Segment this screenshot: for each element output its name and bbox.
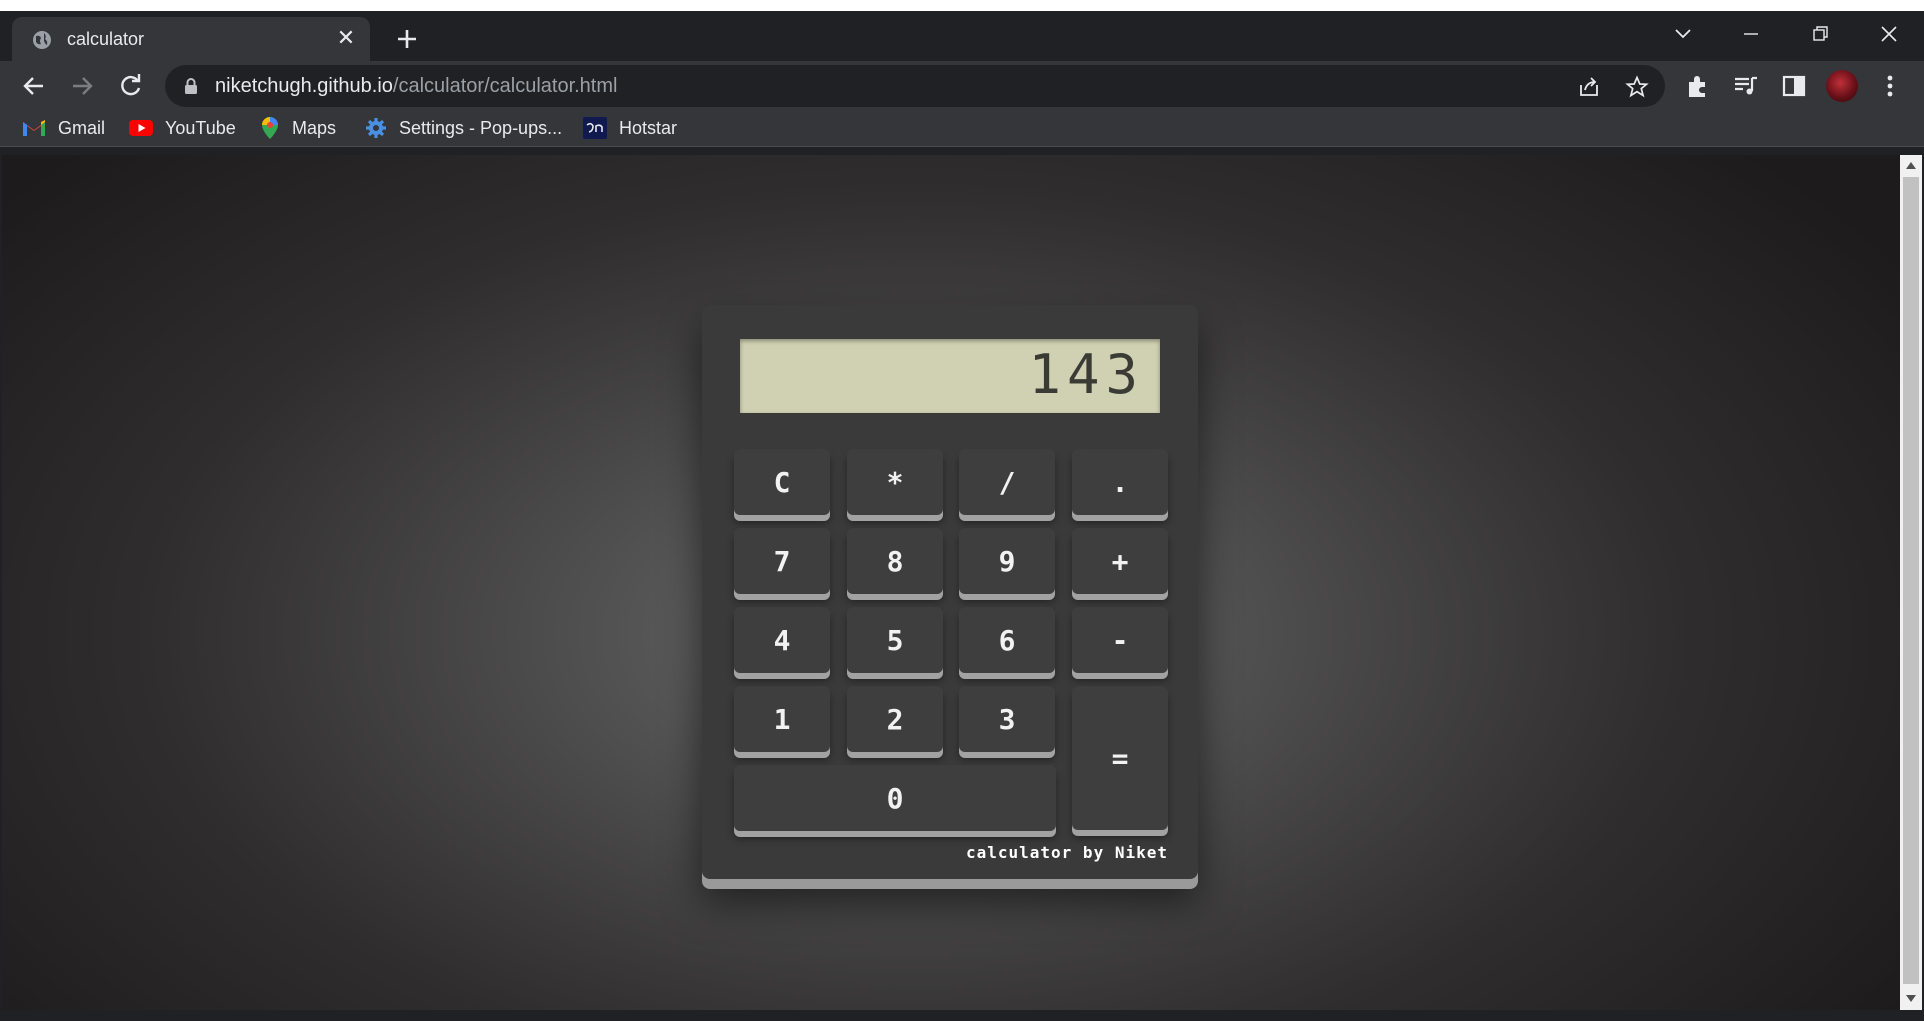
settings-gear-icon [366,118,386,138]
display-value: 143 [1028,343,1144,406]
restore-icon[interactable] [1805,19,1835,49]
bookmark-label: YouTube [165,117,236,138]
url-host: niketchugh.github.io [215,75,393,97]
bookmark-star-icon[interactable] [1625,75,1649,99]
bookmark-label: Gmail [58,117,106,138]
back-arrow-icon[interactable] [20,72,48,100]
page-viewport: 143 C * / . 7 8 9 + 4 5 6 - 1 2 3 = 0 ca… [2,155,1900,1010]
gmail-icon [23,120,45,136]
calculator-display: 143 [740,339,1160,413]
key-8[interactable]: 8 [847,528,943,594]
key-equals[interactable]: = [1072,686,1168,830]
key-5[interactable]: 5 [847,607,943,673]
bookmark-label: Maps [292,117,337,138]
key-3[interactable]: 3 [959,686,1055,752]
bookmark-youtube[interactable]: YouTube [129,116,236,140]
profile-avatar[interactable] [1826,70,1858,102]
reload-icon[interactable] [117,72,145,100]
page-scrollbar[interactable] [1900,155,1922,1010]
key-plus[interactable]: + [1072,528,1168,594]
hotstar-icon [583,117,607,139]
youtube-icon [129,120,153,136]
key-2[interactable]: 2 [847,686,943,752]
key-minus[interactable]: - [1072,607,1168,673]
tab-title: calculator [67,29,145,49]
tab-strip: calculator ✕ [0,11,1924,61]
url-text[interactable]: niketchugh.github.io/calculator/calculat… [215,75,617,98]
forward-arrow-icon[interactable] [68,72,96,100]
bookmark-label: Hotstar [619,117,678,138]
key-9[interactable]: 9 [959,528,1055,594]
extensions-puzzle-icon[interactable] [1684,72,1712,100]
address-bar[interactable]: niketchugh.github.io/calculator/calculat… [165,65,1665,107]
key-1[interactable]: 1 [734,686,830,752]
maps-icon [262,117,278,139]
key-4[interactable]: 4 [734,607,830,673]
globe-icon [33,31,51,49]
calculator-credit: calculator by Niket [965,843,1168,862]
side-panel-icon[interactable] [1780,72,1808,100]
new-tab-plus-icon[interactable] [392,24,422,54]
scroll-down-arrow-icon[interactable] [1906,995,1916,1002]
url-path: /calculator/calculator.html [392,75,618,97]
key-0[interactable]: 0 [734,765,1056,831]
bookmark-label: Settings - Pop-ups... [399,117,563,138]
bookmark-gmail[interactable]: Gmail [22,116,105,140]
lock-icon[interactable] [183,77,199,95]
scroll-thumb[interactable] [1903,177,1919,984]
calculator: 143 C * / . 7 8 9 + 4 5 6 - 1 2 3 = 0 ca… [702,305,1198,879]
menu-kebab-icon[interactable] [1876,72,1904,100]
share-icon[interactable] [1577,75,1601,99]
close-window-icon[interactable] [1874,19,1904,49]
key-divide[interactable]: / [959,449,1055,515]
scroll-up-arrow-icon[interactable] [1906,162,1916,169]
key-clear[interactable]: C [734,449,830,515]
tab-close-icon[interactable]: ✕ [334,26,358,50]
key-7[interactable]: 7 [734,528,830,594]
key-decimal[interactable]: . [1072,449,1168,515]
media-queue-icon[interactable] [1732,72,1760,100]
key-multiply[interactable]: * [847,449,943,515]
minimize-icon[interactable] [1736,19,1766,49]
tab-search-chevron-icon[interactable] [1668,19,1698,49]
bookmark-hotstar[interactable]: Hotstar [583,116,677,140]
tab-calculator[interactable]: calculator ✕ [12,17,370,61]
browser-toolbar: niketchugh.github.io/calculator/calculat… [0,61,1924,111]
bookmarks-bar: Gmail YouTube Maps Settings - Pop-ups...… [0,111,1924,147]
bookmark-maps[interactable]: Maps [260,116,336,140]
key-6[interactable]: 6 [959,607,1055,673]
bookmark-settings-popups[interactable]: Settings - Pop-ups... [365,116,562,140]
